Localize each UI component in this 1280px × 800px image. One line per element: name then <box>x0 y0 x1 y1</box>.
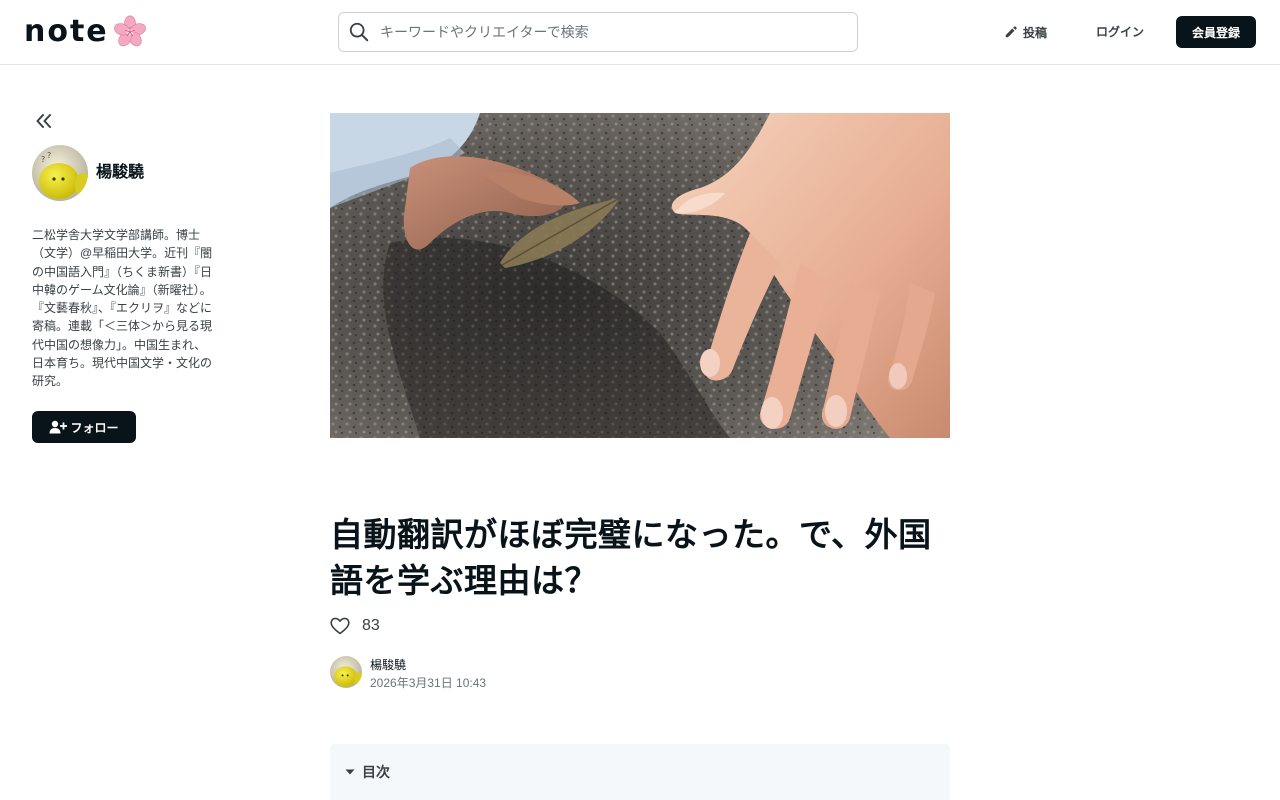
author-name[interactable]: 楊駿驍 <box>370 657 406 673</box>
double-chevron-left-icon[interactable] <box>34 111 54 131</box>
cherry-blossom-icon <box>113 15 146 47</box>
creator-name[interactable]: 楊駿驍 <box>96 163 144 183</box>
article-eyecatch-image <box>330 113 950 438</box>
like-area: 83 <box>330 616 380 636</box>
toc-label: 目次 <box>362 764 390 780</box>
follow-button[interactable]: フォロー <box>32 411 136 443</box>
avatar-image: ? ? <box>32 145 88 201</box>
logo-text: note <box>24 14 109 49</box>
user-plus-icon <box>49 420 68 434</box>
pencil-icon <box>1005 26 1017 38</box>
post-button[interactable]: 投稿 <box>1004 22 1047 42</box>
author-avatar[interactable] <box>330 656 362 688</box>
follow-label: フォロー <box>70 420 119 435</box>
toc-toggle[interactable]: 目次 <box>344 762 390 782</box>
note-logo[interactable]: note <box>24 14 147 50</box>
table-of-contents: 目次 <box>330 744 950 800</box>
login-button[interactable]: ログイン <box>1096 22 1144 42</box>
caret-down-icon <box>345 769 355 775</box>
publish-date: 2026年3月31日 10:43 <box>370 676 487 690</box>
creator-avatar[interactable]: ? ? <box>32 145 88 201</box>
search-bar[interactable] <box>338 12 858 52</box>
global-header: note キーワードやクリエイターで検索 投稿 ログイン 会員登録 <box>0 0 1280 65</box>
search-input[interactable] <box>380 24 820 40</box>
signup-button[interactable]: 会員登録 <box>1176 16 1256 48</box>
post-label: 投稿 <box>1023 25 1048 40</box>
search-icon <box>349 22 369 42</box>
avatar-image <box>330 656 362 688</box>
svg-text:?: ? <box>47 151 51 160</box>
creator-bio: 二松学舎大学文学部講師。博士（文学）@早稲田大学。近刊『闇の中国語入門』（ちくま… <box>32 228 213 389</box>
article-title: 自動翻訳がほぼ完璧になった。で、外国語を学ぶ理由は？ <box>330 516 932 599</box>
heart-icon[interactable] <box>330 617 350 635</box>
like-count[interactable]: 83 <box>362 617 380 635</box>
svg-text:?: ? <box>41 155 45 164</box>
